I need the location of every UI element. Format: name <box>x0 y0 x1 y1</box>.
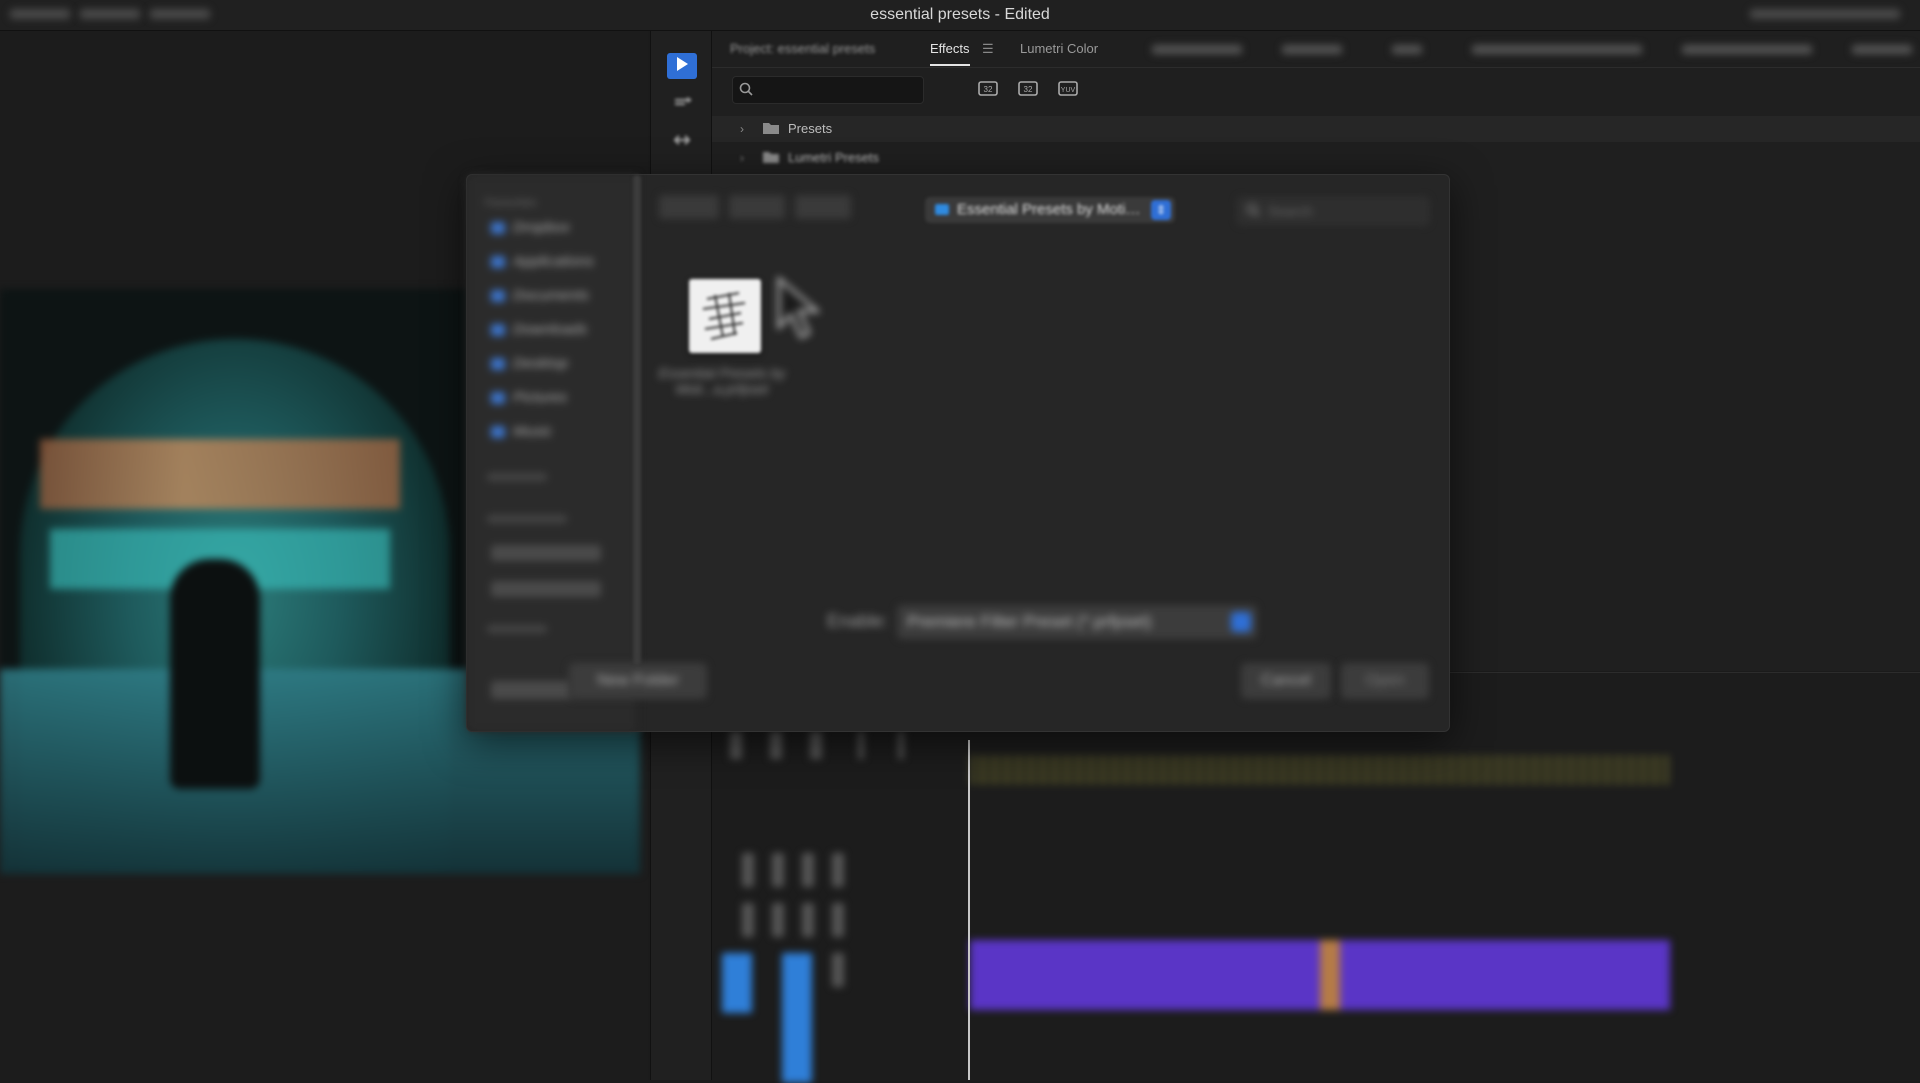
import-preset-dialog: Favourites Dropbox Applications Document… <box>466 174 1450 732</box>
search-icon <box>1246 203 1260 222</box>
svg-text:32: 32 <box>984 85 993 94</box>
timeline-panel <box>712 672 1920 1083</box>
sidebar-item-applications[interactable]: Applications <box>491 253 594 270</box>
sidebar-heading: Favourites <box>485 197 537 209</box>
arrow-icon <box>672 54 692 79</box>
file-name-label: Essential Presets by Moti...a.prfpset <box>658 365 786 397</box>
window-title: essential presets - Edited <box>870 6 1050 23</box>
track-headers <box>722 853 922 1083</box>
tab-more[interactable] <box>1852 45 1912 54</box>
dropbox-icon <box>491 222 505 235</box>
selection-tool[interactable] <box>667 53 697 79</box>
track-select-tool[interactable] <box>667 91 697 117</box>
clip-transition[interactable] <box>1320 940 1340 1010</box>
tab-effect-controls[interactable] <box>1152 45 1242 54</box>
chevron-updown-icon <box>1231 612 1251 632</box>
mouse-cursor-icon <box>773 275 833 350</box>
sidebar-item-desktop[interactable]: Desktop <box>491 355 568 372</box>
timeline-clip[interactable] <box>970 940 1670 1010</box>
video-figure-shape <box>170 559 260 789</box>
view-mode-button[interactable] <box>729 195 785 219</box>
timeline-controls <box>730 731 950 761</box>
location-value: Essential Presets by Moti… <box>957 201 1141 218</box>
panel-tab-bar: Project: essential presets Effects ☰ Lum… <box>712 31 1920 68</box>
new-folder-button[interactable]: New Folder <box>569 663 707 699</box>
effects-search-input[interactable] <box>732 76 924 104</box>
tree-label: Presets <box>788 121 833 136</box>
sidebar-item-ghost[interactable] <box>491 545 601 561</box>
applications-icon <box>491 256 505 269</box>
chevron-updown-icon: ⇕ <box>1151 200 1171 220</box>
32-bit-effects-icon[interactable]: 32 <box>1018 79 1038 97</box>
yuv-effects-icon[interactable]: YUV <box>1058 79 1078 97</box>
sidebar-section-ghost <box>487 625 547 633</box>
svg-text:32: 32 <box>1024 85 1033 94</box>
panel-menu-icon[interactable]: ☰ <box>982 41 994 57</box>
search-icon <box>739 82 753 101</box>
dialog-sidebar: Favourites Dropbox Applications Document… <box>467 175 638 731</box>
file-type-dropdown[interactable]: Premiere Filter Preset (*.prfpset) <box>897 605 1257 639</box>
ripple-edit-icon <box>672 130 692 155</box>
timeline-ruler[interactable] <box>970 755 1670 785</box>
playhead[interactable] <box>968 740 970 1080</box>
status-area <box>1750 9 1900 19</box>
chevron-right-icon[interactable]: › <box>740 151 744 165</box>
sidebar-section-ghost <box>487 473 547 481</box>
group-button[interactable] <box>795 195 851 219</box>
sidebar-item-pictures[interactable]: Pictures <box>491 389 567 406</box>
pictures-icon <box>491 392 505 405</box>
preset-file-icon <box>689 279 761 353</box>
tab-project[interactable]: Project: essential presets <box>730 41 875 56</box>
tab-effects[interactable]: Effects <box>930 41 970 66</box>
ripple-edit-tool[interactable] <box>667 129 697 155</box>
sidebar-item-ghost[interactable] <box>491 681 571 699</box>
sidebar-item-downloads[interactable]: Downloads <box>491 321 587 338</box>
svg-text:YUV: YUV <box>1061 87 1076 94</box>
video-sign-shape <box>40 439 400 509</box>
title-bar: essential presets - Edited <box>0 0 1920 31</box>
desktop-icon <box>491 358 505 371</box>
file-type-value: Premiere Filter Preset (*.prfpset) <box>907 612 1152 631</box>
sidebar-item-ghost[interactable] <box>491 581 601 597</box>
downloads-icon <box>491 324 505 337</box>
open-button[interactable]: Open <box>1341 663 1429 699</box>
dialog-search-input[interactable]: Search <box>1237 197 1429 225</box>
chevron-right-icon[interactable]: › <box>740 122 744 136</box>
enable-label: Enable: <box>827 611 889 631</box>
sidebar-section-ghost <box>487 515 567 523</box>
accelerated-effects-icon[interactable]: 32 <box>978 79 998 97</box>
folder-icon <box>935 204 949 215</box>
track-select-icon <box>672 92 692 117</box>
back-forward-button[interactable] <box>659 195 719 219</box>
folder-icon <box>762 121 780 135</box>
folder-icon <box>762 150 780 164</box>
sidebar-item-documents[interactable]: Documents <box>491 287 589 304</box>
documents-icon <box>491 290 505 303</box>
tab-properties[interactable] <box>1282 45 1342 54</box>
tab-audio[interactable] <box>1472 45 1642 54</box>
sidebar-item-music[interactable]: Music <box>491 423 552 440</box>
search-placeholder: Search <box>1268 203 1313 219</box>
cancel-button[interactable]: Cancel <box>1241 663 1331 699</box>
tree-label: Lumetri Presets <box>788 150 880 165</box>
tab-text[interactable] <box>1392 45 1422 54</box>
music-icon <box>491 426 505 439</box>
tree-row-lumetri-presets[interactable]: › Lumetri Presets <box>712 145 1920 171</box>
sidebar-scrollbar[interactable] <box>633 175 641 665</box>
location-dropdown[interactable]: Essential Presets by Moti… ⇕ <box>925 197 1175 223</box>
tab-essential[interactable] <box>1682 45 1812 54</box>
sidebar-item-dropbox[interactable]: Dropbox <box>491 219 570 236</box>
preset-file-item[interactable] <box>681 279 761 359</box>
tree-row-presets[interactable]: › Presets <box>712 116 1920 142</box>
tab-lumetri-color[interactable]: Lumetri Color <box>1020 41 1098 56</box>
